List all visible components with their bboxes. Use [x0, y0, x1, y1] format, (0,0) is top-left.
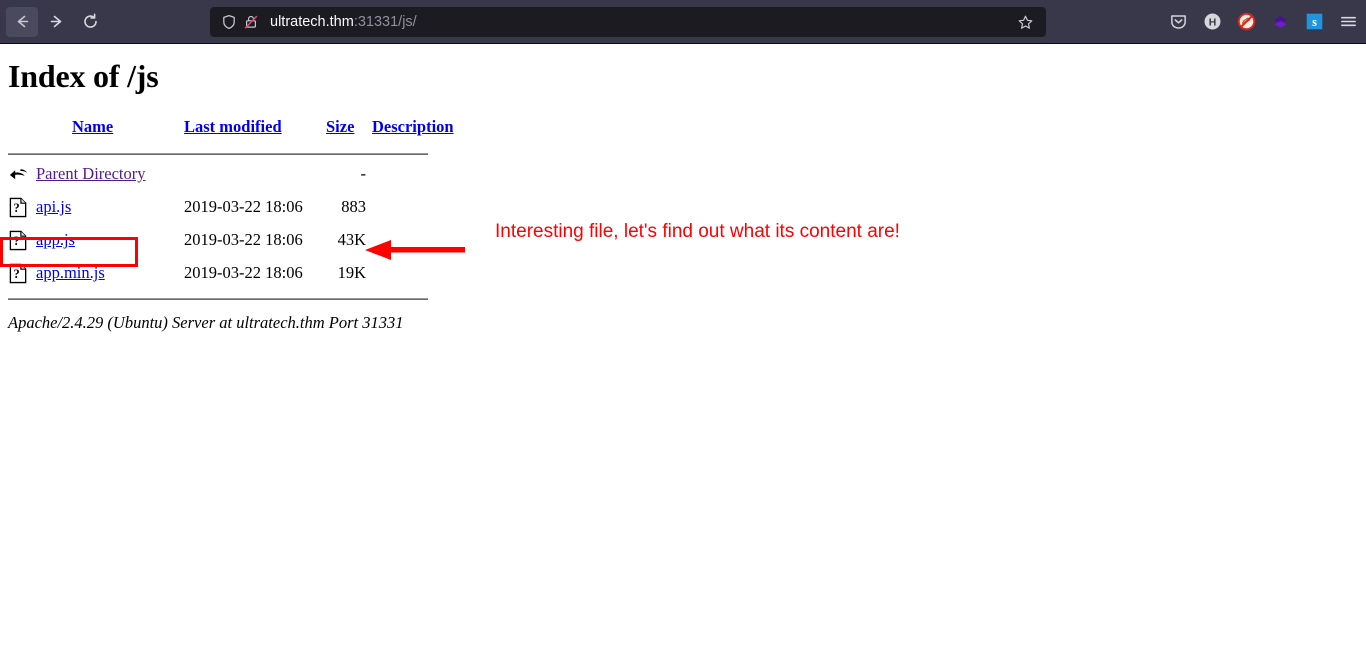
reload-icon	[83, 13, 97, 28]
svg-text:?: ?	[13, 201, 19, 215]
file-link-parent-directory[interactable]: Parent Directory	[36, 164, 146, 183]
svg-text:H: H	[1208, 17, 1216, 28]
forward-arrow-icon	[50, 15, 61, 28]
row-modified-cell	[178, 160, 326, 193]
parent-directory-icon	[9, 169, 28, 180]
row-icon-cell	[8, 160, 36, 193]
svg-text:?: ?	[13, 267, 19, 281]
back-arrow-icon	[17, 15, 28, 28]
page-content: Index of /js Name Last modified Size Des…	[0, 44, 1366, 666]
row-description-cell	[366, 160, 462, 193]
row-name-cell: Parent Directory	[36, 160, 178, 193]
horizontal-rule-bottom	[8, 298, 428, 300]
table-header-row: Name Last modified Size Description	[8, 117, 462, 147]
forward-button[interactable]	[40, 7, 72, 37]
header-name: Name	[36, 117, 178, 147]
row-description-cell	[366, 193, 462, 226]
browser-toolbar: ultratech.thm:31331/js/ H s	[0, 0, 1366, 44]
sort-by-name-link[interactable]: Name	[72, 117, 113, 136]
sort-by-last-modified-link[interactable]: Last modified	[184, 117, 282, 136]
directory-listing: Name Last modified Size Description Pare…	[0, 117, 1366, 305]
padlock-crossed-out-icon[interactable]	[242, 13, 260, 31]
row-name-cell: app.js	[36, 226, 178, 259]
row-modified-cell: 2019-03-22 18:06	[184, 230, 303, 249]
https-everywhere-icon[interactable]: H	[1202, 12, 1222, 32]
annotation-arrow-left	[365, 240, 465, 260]
header-size: Size	[326, 117, 366, 147]
file-link-app-js[interactable]: app.js	[36, 230, 75, 249]
table-row[interactable]: Parent Directory -	[8, 160, 462, 193]
noscript-icon[interactable]	[1236, 12, 1256, 32]
wappalyzer-icon[interactable]	[1270, 12, 1290, 32]
footer-divider-cell	[8, 292, 462, 305]
bookmark-star-icon[interactable]	[1012, 9, 1038, 35]
toolbar-extensions: H s	[1168, 0, 1358, 43]
header-last-modified: Last modified	[178, 117, 326, 147]
svg-text:?: ?	[13, 234, 19, 248]
unknown-file-icon: ?	[9, 263, 27, 284]
page-title: Index of /js	[8, 58, 159, 94]
header-description: Description	[366, 117, 462, 147]
table-row[interactable]: ? api.js 2019-03-22 18:06 883	[8, 193, 462, 226]
row-modified-cell: 2019-03-22 18:06	[184, 263, 303, 282]
hamburger-menu-icon[interactable]	[1338, 12, 1358, 32]
row-icon-cell: ?	[8, 193, 36, 226]
file-link-api-js[interactable]: api.js	[36, 197, 71, 216]
row-description-cell	[366, 259, 462, 292]
address-bar-container: ultratech.thm:31331/js/	[210, 7, 1046, 37]
url-path: :31331/js/	[353, 14, 417, 30]
row-size-cell: 43K	[337, 230, 366, 249]
back-button[interactable]	[6, 6, 38, 37]
row-icon-cell: ?	[8, 259, 36, 292]
sort-by-description-link[interactable]: Description	[372, 117, 454, 136]
horizontal-rule-top	[8, 153, 428, 155]
row-modified-cell: 2019-03-22 18:06	[184, 197, 303, 216]
annotation-text: Interesting file, let's find out what it…	[495, 221, 900, 242]
sort-by-size-link[interactable]: Size	[326, 117, 354, 136]
row-size-cell: 19K	[337, 263, 366, 282]
row-icon-cell: ?	[8, 226, 36, 259]
row-name-cell: app.min.js	[36, 259, 178, 292]
file-link-app-min-js[interactable]: app.min.js	[36, 263, 105, 282]
header-icon-cell	[8, 117, 36, 147]
table-row[interactable]: ? app.min.js 2019-03-22 18:06 19K	[8, 259, 462, 292]
footer-divider-row	[8, 292, 462, 305]
row-size-cell: 883	[341, 197, 366, 216]
address-bar[interactable]: ultratech.thm:31331/js/	[210, 7, 1046, 37]
unknown-file-icon: ?	[9, 230, 27, 251]
url-host: ultratech.thm	[270, 14, 354, 30]
row-name-cell: api.js	[36, 193, 178, 226]
directory-table: Name Last modified Size Description Pare…	[8, 117, 462, 305]
server-signature: Apache/2.4.29 (Ubuntu) Server at ultrate…	[8, 313, 404, 332]
pocket-icon[interactable]	[1168, 12, 1188, 32]
shodan-icon[interactable]: s	[1304, 12, 1324, 32]
shield-icon[interactable]	[220, 13, 238, 31]
unknown-file-icon: ?	[9, 197, 27, 218]
url-text[interactable]: ultratech.thm:31331/js/	[270, 14, 1012, 30]
header-divider-cell	[8, 147, 462, 160]
svg-text:s: s	[1312, 15, 1317, 29]
row-size-cell: -	[360, 164, 367, 183]
header-divider-row	[8, 147, 462, 160]
reload-button[interactable]	[74, 7, 106, 37]
